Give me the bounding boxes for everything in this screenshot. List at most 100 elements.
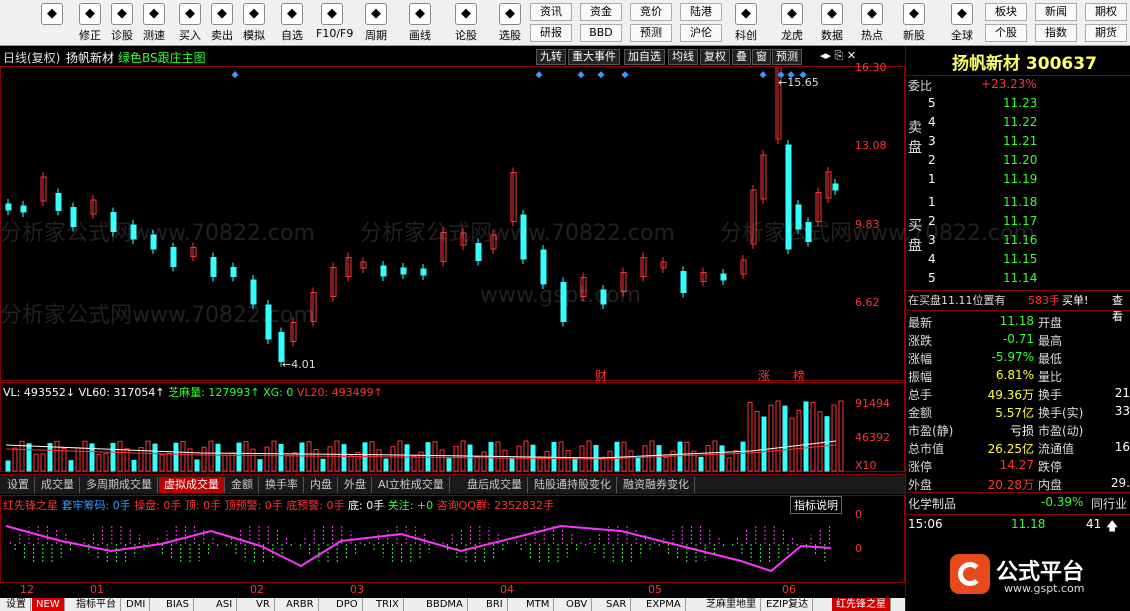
volume-bar [12,447,18,472]
sheet-tab-15[interactable]: EXPMA [642,598,686,611]
volume-bar [824,416,830,472]
buy-level-row[interactable]: 4 11.15 [906,251,1130,269]
sell-level-row[interactable]: 2 11.20 [906,152,1130,170]
auction-button[interactable]: 竞价 [630,3,672,21]
toolbar-button-6[interactable]: ◆ 模拟 [238,2,270,44]
toolbar-button-16[interactable]: ◆ 热点 [856,2,888,44]
volume-bar [320,458,326,472]
volume-bar [215,443,221,472]
title-tab-3[interactable]: 均线 [668,49,698,65]
sector-row[interactable]: 化学制品 -0.39% 同行业 [906,492,1130,511]
indicator-tab-10[interactable]: 陆股通持股变化 [529,477,617,493]
sheet-tab-5[interactable]: ASI [212,598,238,611]
bbd-button[interactable]: BBD [580,24,622,42]
title-tab-1[interactable]: 重大事件 [568,49,620,65]
indicator-tab-7[interactable]: 外盘 [339,477,372,493]
shanghai-london-button[interactable]: 沪伦 [680,24,722,42]
research-button[interactable]: 研报 [530,24,572,42]
index-button[interactable]: 指数 [1035,24,1077,42]
options-button[interactable]: 期权 [1085,3,1127,21]
toolbar-button-18[interactable]: ◆ 全球 [946,2,978,44]
sheet-tab-0[interactable]: 设置 [2,598,31,611]
signal-marker-icon [577,71,585,79]
toolbar-button-15[interactable]: ◆ 数据 [816,2,848,44]
indicator-tab-3[interactable]: 虚拟成交量 [159,477,225,493]
notice-row[interactable]: 在买盘11.11位置有 583手 买单! 查看 [906,290,1130,323]
title-tab-0[interactable]: 九转 [536,49,566,65]
stock-button[interactable]: 个股 [985,24,1027,42]
title-tab-4[interactable]: 复权 [700,49,730,65]
toolbar-button-9[interactable]: ◆ 周期 [360,2,392,44]
sheet-tab-3[interactable]: DMI [122,598,151,611]
toolbar-button-2[interactable]: ◆ 诊股 [106,2,138,44]
toolbar-button-1[interactable]: ◆ 修正 [74,2,106,44]
sell-level-row[interactable]: 4 11.22 [906,114,1130,132]
news-button[interactable]: 资讯 [530,3,572,21]
sheet-tab-16[interactable]: 芝麻里地里 [702,598,761,611]
toolbar-button-4[interactable]: ◆ 买入 [174,2,206,44]
volume-bar [523,440,529,472]
discuss-icon: ◆ [455,3,477,25]
indicator-tab-9[interactable]: 盘后成交量 [462,477,528,493]
toolbar-button-10[interactable]: ◆ 画线 [404,2,436,44]
sheet-tab-9[interactable]: TRIX [372,598,404,611]
sheet-tab-7[interactable]: ARBR [282,598,319,611]
sheet-tab-1[interactable]: NEW [32,598,65,611]
sector-button[interactable]: 板块 [985,3,1027,21]
indicator-tab-4[interactable]: 金额 [226,477,259,493]
sheet-tab-10[interactable]: BBDMA [422,598,468,611]
nav-arrows-icon[interactable]: ◂▸ ⎘ ✕ [820,49,856,63]
indicator-name-label[interactable]: 绿色BS跟庄主图 [118,49,206,66]
sheet-tab-4[interactable]: BIAS [162,598,194,611]
volume-bar [390,446,396,472]
toolbar-button-12[interactable]: ◆ 选股 [494,2,526,44]
period-label[interactable]: 日线(复权) [3,49,60,66]
up-arrow-icon: 🡅 [1106,519,1119,533]
sheet-tab-11[interactable]: BRI [482,598,508,611]
toolbar-button-13[interactable]: ◆ 科创 [730,2,762,44]
sell-level-row[interactable]: 1 11.19 [906,171,1130,189]
sheet-tab-2[interactable]: 指标平台 [72,598,121,611]
indicator-help-button[interactable]: 指标说明 [790,496,842,514]
indicator-tab-5[interactable]: 换手率 [260,477,304,493]
volume-bar [789,417,795,472]
toolbar-button-14[interactable]: ◆ 龙虎 [776,2,808,44]
toolbar-button-7[interactable]: ◆ 自选 [276,2,308,44]
watermark: www.gspt.com [480,283,641,308]
toolbar-button-3[interactable]: ◆ 测速 [138,2,170,44]
toolbar-button-8[interactable]: ◆ F10/F9 [316,2,353,44]
hk-button[interactable]: 陆港 [680,3,722,21]
title-tab-7[interactable]: 预测 [772,49,802,65]
sheet-tab-17[interactable]: EZIP复达 [762,598,814,611]
toolbar-button-17[interactable]: ◆ 新股 [898,2,930,44]
indicator-tab-8[interactable]: AI立桩成交量 [373,477,450,493]
sell-level-row[interactable]: 5 11.23 [906,95,1130,113]
volume-bar [747,401,753,472]
indicator-tab-2[interactable]: 多周期成交量 [81,477,158,493]
indicator-tab-0[interactable]: 设置 [2,477,35,493]
sheet-tab-6[interactable]: VR [252,598,275,611]
futures-button[interactable]: 期货 [1085,24,1127,42]
title-tab-6[interactable]: 窗 [752,49,771,65]
sheet-tab-13[interactable]: OBV [562,598,593,611]
buy-level-row[interactable]: 5 11.14 [906,270,1130,288]
sheet-tab-18[interactable]: 红先锋之星 [832,598,891,611]
forecast-button[interactable]: 预测 [630,24,672,42]
buy-level-row[interactable]: 1 11.18 [906,194,1130,212]
title-tab-5[interactable]: 叠 [732,49,751,65]
indicator-tab-6[interactable]: 内盘 [305,477,338,493]
indicator-tab-11[interactable]: 融资融券变化 [618,477,695,493]
quote-row: 涨幅 -5.97% 最低 [908,350,1063,366]
news2-button[interactable]: 新闻 [1035,3,1077,21]
indicator-tab-1[interactable]: 成交量 [36,477,80,493]
toolbar-button-5[interactable]: ◆ 卖出 [206,2,238,44]
fund-button[interactable]: 资金 [580,3,622,21]
sell-level-row[interactable]: 3 11.21 [906,133,1130,151]
toolbar-button-0[interactable]: ◆ [36,2,68,44]
sheet-tab-12[interactable]: MTM [522,598,555,611]
sheet-tab-14[interactable]: SAR [602,598,632,611]
toolbar-button-11[interactable]: ◆ 论股 [450,2,482,44]
title-tab-2[interactable]: 加自选 [624,49,665,65]
volume-bar [194,459,200,472]
sheet-tab-8[interactable]: DPO [332,598,363,611]
